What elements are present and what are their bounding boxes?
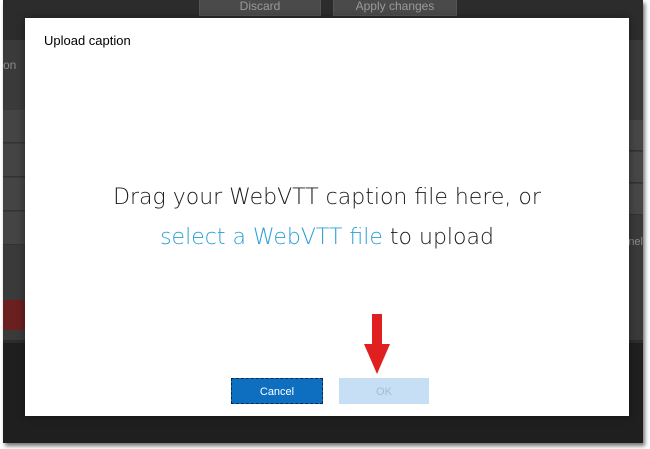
discard-button: Discard [199,0,321,16]
background-left-row [3,178,25,211]
file-drop-zone[interactable]: Drag your WebVTT caption file here, or s… [25,178,629,258]
background-right-row [629,184,643,215]
app-window: Discard Apply changes on nel Upload capt… [3,0,643,443]
upload-caption-dialog: Upload caption Drag your WebVTT caption … [25,18,629,416]
background-left-row [3,212,25,245]
ok-button[interactable]: OK [339,378,429,404]
arrow-head [364,344,390,374]
red-arrow-down-icon [364,314,390,374]
arrow-shaft [372,314,382,348]
background-right-text: nel [628,236,643,248]
apply-changes-button: Apply changes [333,0,457,16]
drop-instruction: Drag your WebVTT caption file here, or [113,185,541,210]
select-file-link[interactable]: select a WebVTT file [160,225,383,250]
background-thumbnail [3,300,25,330]
background-right-row [629,120,643,151]
dialog-title: Upload caption [44,33,131,48]
background-right-row [629,152,643,183]
background-left-row [3,110,25,143]
drop-instruction-line-2: select a WebVTT file to upload [25,218,629,258]
background-left-row [3,144,25,177]
cancel-button[interactable]: Cancel [231,378,323,404]
drop-instruction-suffix: to upload [382,225,494,250]
background-left-text: on [3,58,17,72]
